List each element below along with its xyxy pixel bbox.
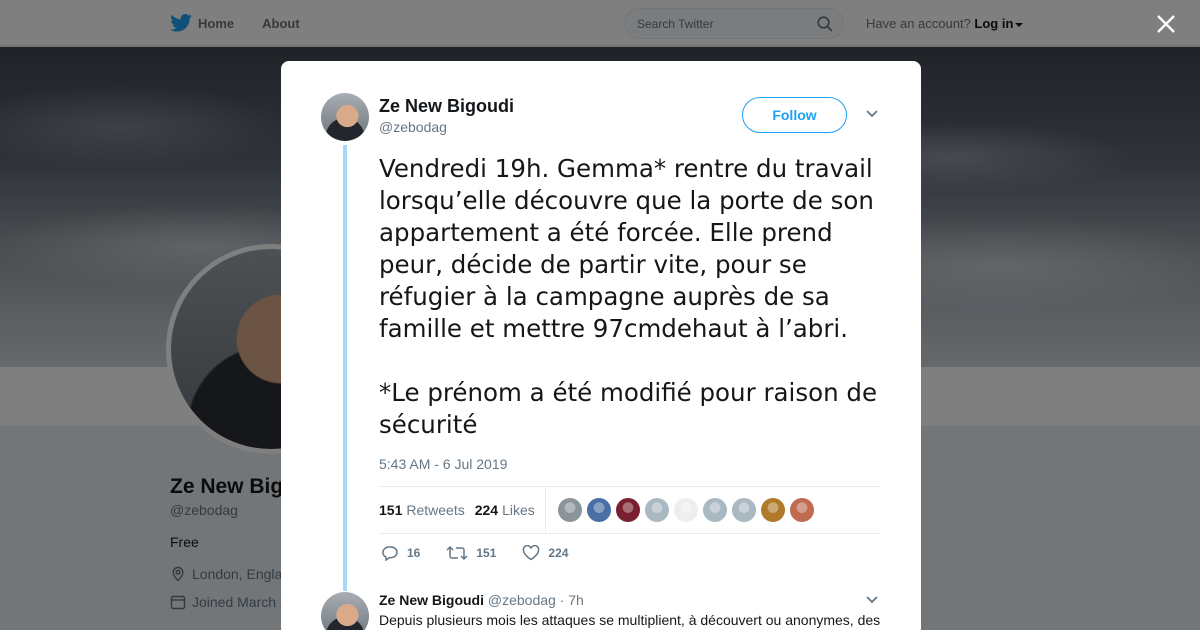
- retweets-count: 151: [379, 502, 403, 518]
- liker-avatar[interactable]: [760, 498, 785, 522]
- retweet-action[interactable]: 151: [446, 545, 496, 561]
- reply-header: Ze New Bigoudi @zebodag · 7h: [379, 592, 584, 608]
- tweet-timestamp[interactable]: 5:43 AM - 6 Jul 2019: [379, 456, 507, 472]
- likes-stat[interactable]: 224 Likes: [475, 502, 535, 518]
- tweet-author-handle[interactable]: @zebodag: [379, 119, 447, 135]
- liker-avatar[interactable]: [673, 498, 698, 522]
- tweet-author-name[interactable]: Ze New Bigoudi: [379, 96, 514, 117]
- reply-icon: [382, 546, 398, 561]
- thread-connector-line: [343, 145, 347, 591]
- stats-divider: [544, 487, 546, 533]
- reply-age[interactable]: · 7h: [560, 592, 584, 608]
- retweets-stat[interactable]: 151 Retweets: [379, 502, 465, 518]
- retweet-action-count: 151: [476, 546, 497, 560]
- reply-author-name[interactable]: Ze New Bigoudi: [379, 592, 484, 608]
- likes-label: Likes: [502, 502, 535, 518]
- tweet-stats: 151 Retweets 224 Likes: [379, 486, 881, 534]
- tweet-permalink-modal: Ze New Bigoudi @zebodag Follow Vendredi …: [281, 61, 921, 630]
- tweet-text: Vendredi 19h. Gemma* rentre du travail l…: [379, 154, 878, 439]
- likers-avatar-list: [557, 498, 819, 522]
- chevron-down-icon[interactable]: [865, 595, 879, 605]
- like-action[interactable]: 224: [522, 545, 568, 561]
- follow-button[interactable]: Follow: [742, 97, 847, 133]
- liker-avatar[interactable]: [644, 498, 669, 522]
- likes-count: 224: [474, 502, 499, 518]
- tweet-actions: 16 151 224: [381, 545, 594, 561]
- liker-avatar[interactable]: [557, 498, 582, 522]
- liker-avatar[interactable]: [702, 498, 727, 522]
- liker-avatar[interactable]: [731, 498, 756, 522]
- liker-avatar[interactable]: [586, 498, 611, 522]
- retweet-icon: [446, 545, 468, 561]
- liker-avatar[interactable]: [789, 498, 814, 522]
- reply-action[interactable]: 16: [381, 545, 420, 561]
- tweet-author-avatar[interactable]: [321, 93, 369, 141]
- reply-author-avatar[interactable]: [321, 592, 369, 630]
- chevron-down-icon[interactable]: [865, 109, 879, 119]
- like-action-count: 224: [548, 546, 569, 560]
- reply-author-handle[interactable]: @zebodag: [488, 592, 556, 608]
- close-icon[interactable]: [1155, 13, 1177, 35]
- heart-icon: [523, 545, 540, 561]
- retweets-label: Retweets: [406, 502, 465, 518]
- reply-count: 16: [407, 546, 421, 560]
- liker-avatar[interactable]: [615, 498, 640, 522]
- reply-text: Depuis plusieurs mois les attaques se mu…: [379, 612, 881, 628]
